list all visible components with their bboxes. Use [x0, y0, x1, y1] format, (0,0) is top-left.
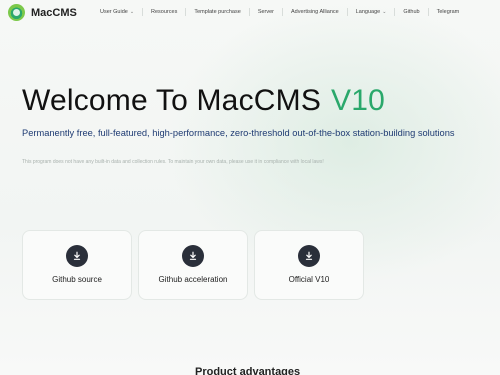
download-cards: Github source Github acceleration Offici… [22, 230, 370, 300]
download-card-label: Github acceleration [158, 275, 228, 284]
download-icon[interactable] [298, 245, 320, 267]
nav-item-resources[interactable]: Resources [143, 0, 185, 24]
chevron-down-icon: ⌄ [129, 9, 135, 15]
nav-item-server[interactable]: Server [250, 0, 282, 24]
download-card-label: Github source [52, 275, 102, 284]
download-icon[interactable] [182, 245, 204, 267]
brand-name: MacCMS [31, 6, 77, 19]
nav-label: Server [257, 9, 275, 15]
section-title-product-advantages: Product advantages [195, 366, 301, 375]
logo[interactable]: MacCMS [8, 4, 77, 21]
hero-disclaimer: This program does not have any built-in … [22, 159, 324, 165]
nav-item-template-purchase[interactable]: Template purchase [186, 0, 248, 24]
hero-title-text: Welcome To MacCMS [22, 84, 322, 117]
nav-item-user-guide[interactable]: User Guide ⌄ [90, 0, 142, 24]
download-icon[interactable] [66, 245, 88, 267]
download-card-label: Official V10 [288, 275, 330, 284]
nav-label: Github [403, 9, 420, 15]
background [0, 0, 500, 375]
download-card-github-source[interactable]: Github source [22, 230, 132, 300]
top-navbar: MacCMS User Guide ⌄ Resources Template p… [0, 0, 500, 24]
download-card-github-acceleration[interactable]: Github acceleration [138, 230, 248, 300]
nav-item-telegram[interactable]: Telegram [429, 0, 468, 24]
nav-item-language[interactable]: Language ⌄ [348, 0, 395, 24]
nav-label: Advertising Alliance [291, 9, 339, 15]
download-card-official-v10[interactable]: Official V10 [254, 230, 364, 300]
nav-item-github[interactable]: Github [395, 0, 427, 24]
main-nav: User Guide ⌄ Resources Template purchase… [90, 0, 467, 24]
nav-label: User Guide [100, 9, 128, 15]
nav-label: Resources [151, 9, 178, 15]
nav-label: Template purchase [194, 9, 241, 15]
nav-label: Language [355, 9, 381, 15]
chevron-down-icon: ⌄ [382, 9, 387, 15]
hero-title: Welcome To MacCMS V10 [22, 84, 385, 118]
hero-version: V10 [331, 84, 386, 117]
hero-subtitle: Permanently free, full-featured, high-pe… [22, 128, 455, 138]
maccms-logo-icon [8, 4, 25, 21]
nav-item-advertising-alliance[interactable]: Advertising Alliance [283, 0, 347, 24]
nav-label: Telegram [436, 9, 460, 15]
